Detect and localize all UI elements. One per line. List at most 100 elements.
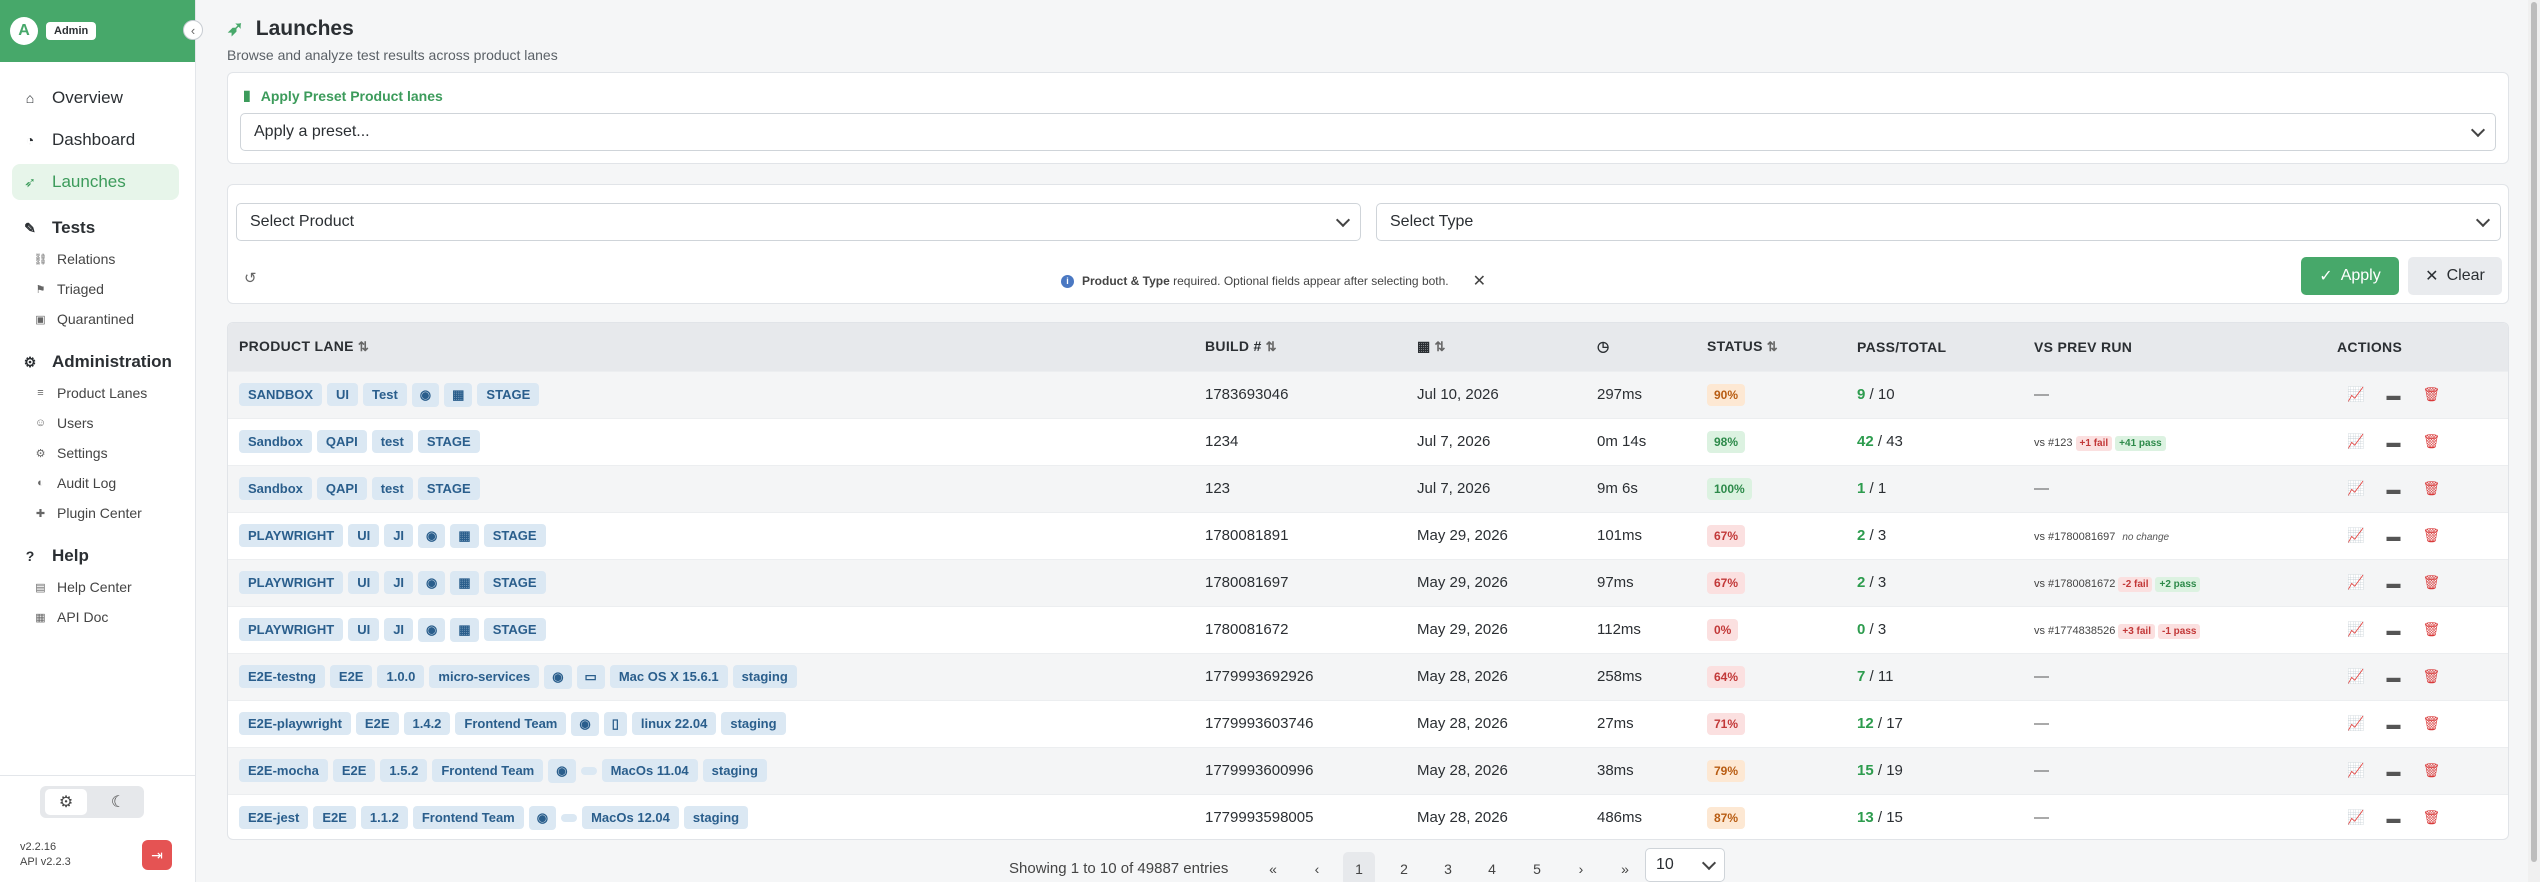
- chart-icon[interactable]: 📈: [2347, 386, 2364, 403]
- archive-icon[interactable]: ▬: [2386, 716, 2400, 732]
- table-row[interactable]: E2E-mocha E2E 1.5.2 Frontend Team ◉ MacOs 11.…: [228, 747, 2508, 794]
- trash-icon[interactable]: 🗑: [2422, 433, 2440, 450]
- table-row[interactable]: E2E-playwright E2E 1.4.2 Frontend Team ◉ ▯ lin…: [228, 700, 2508, 747]
- type-select[interactable]: Select Type: [1376, 203, 2501, 241]
- clear-button[interactable]: ✕ Clear: [2408, 257, 2502, 295]
- lane-tag: linux 22.04: [631, 711, 717, 735]
- apply-button[interactable]: ✓ Apply: [2301, 257, 2399, 295]
- collapse-sidebar-button[interactable]: ‹: [183, 20, 203, 40]
- archive-icon[interactable]: ▬: [2386, 387, 2400, 403]
- chart-icon[interactable]: 📈: [2347, 433, 2364, 450]
- avatar[interactable]: A: [10, 17, 38, 45]
- build-cell[interactable]: 123: [1194, 465, 1406, 512]
- archive-icon[interactable]: ▬: [2386, 669, 2400, 685]
- build-cell[interactable]: 1779993598005: [1194, 794, 1406, 839]
- chart-icon[interactable]: 📈: [2347, 480, 2364, 497]
- trash-icon[interactable]: 🗑: [2422, 480, 2440, 497]
- logout-button[interactable]: ⇥: [142, 840, 172, 870]
- sidebar-item-triaged[interactable]: ⚑ Triaged: [0, 274, 195, 304]
- archive-icon[interactable]: ▬: [2386, 810, 2400, 826]
- table-row[interactable]: E2E-testng E2E 1.0.0 micro-services ◉ ▭ Mac OS…: [228, 653, 2508, 700]
- table-row[interactable]: E2E-jest E2E 1.1.2 Frontend Team ◉ MacOs 12.0…: [228, 794, 2508, 839]
- vs-prev: vs #1774838526 +3 fail -1 pass: [2034, 623, 2201, 639]
- trash-icon[interactable]: 🗑: [2422, 621, 2440, 638]
- sidebar-item-relations[interactable]: ⛓ Relations: [0, 244, 195, 274]
- table-row[interactable]: SANDBOX UI Test ◉ ▦ STAGE 1783693046 Jul 10, 20…: [228, 371, 2508, 418]
- archive-icon[interactable]: ▬: [2386, 528, 2400, 544]
- vs-empty: —: [2034, 762, 2049, 779]
- build-cell[interactable]: 1779993603746: [1194, 700, 1406, 747]
- scrollbar-thumb[interactable]: [2531, 2, 2537, 862]
- page-button-4[interactable]: 4: [1476, 852, 1508, 882]
- last-page-button[interactable]: »: [1609, 852, 1641, 882]
- trash-icon[interactable]: 🗑: [2422, 386, 2440, 403]
- archive-icon[interactable]: ▬: [2386, 575, 2400, 591]
- trash-icon[interactable]: 🗑: [2422, 574, 2440, 591]
- page-button-2[interactable]: 2: [1388, 852, 1420, 882]
- next-page-button[interactable]: ›: [1565, 852, 1597, 882]
- product-lane-cell: Sandbox QAPI test STAGE: [228, 465, 1194, 512]
- archive-icon[interactable]: ▬: [2386, 622, 2400, 638]
- vs-prev-cell: —: [2023, 747, 2326, 794]
- chart-icon[interactable]: 📈: [2347, 762, 2364, 779]
- table-row[interactable]: PLAYWRIGHT UI JI ◉ ▦ STAGE 1780081891 May 29, 2…: [228, 512, 2508, 559]
- header-date[interactable]: ▦ ⇅: [1406, 323, 1586, 371]
- build-cell[interactable]: 1780081697: [1194, 559, 1406, 606]
- chart-icon[interactable]: 📈: [2347, 715, 2364, 732]
- chart-icon[interactable]: 📈: [2347, 527, 2364, 544]
- trash-icon[interactable]: 🗑: [2422, 715, 2440, 732]
- nav-item-launches[interactable]: ➶ Launches: [12, 164, 179, 200]
- sidebar-item-settings[interactable]: ⚙ Settings: [0, 438, 195, 468]
- prev-page-button[interactable]: ‹: [1301, 852, 1333, 882]
- page-button-5[interactable]: 5: [1521, 852, 1553, 882]
- light-theme-gear-icon[interactable]: ⚙: [45, 789, 87, 815]
- sidebar-item-users[interactable]: ☺ Users: [0, 408, 195, 438]
- table-row[interactable]: PLAYWRIGHT UI JI ◉ ▦ STAGE 1780081697 May 29, 2…: [228, 559, 2508, 606]
- build-cell[interactable]: 1780081891: [1194, 512, 1406, 559]
- header-build[interactable]: BUILD # ⇅: [1194, 323, 1406, 371]
- table-row[interactable]: Sandbox QAPI test STAGE 1234 Jul 7, 2026 0m 14…: [228, 418, 2508, 465]
- role-badge: Admin: [46, 22, 97, 40]
- nav-item-dashboard[interactable]: ◔ Dashboard: [12, 122, 179, 158]
- page-button-1[interactable]: 1: [1343, 852, 1375, 882]
- table-row[interactable]: Sandbox QAPI test STAGE 123 Jul 7, 2026 9m 6s 1…: [228, 465, 2508, 512]
- history-icon[interactable]: ↺: [244, 269, 257, 287]
- archive-icon[interactable]: ▬: [2386, 434, 2400, 450]
- build-cell[interactable]: 1779993600996: [1194, 747, 1406, 794]
- table-row[interactable]: PLAYWRIGHT UI JI ◉ ▦ STAGE 1780081672 May 29, 2…: [228, 606, 2508, 653]
- chart-icon[interactable]: 📈: [2347, 809, 2364, 826]
- calendar-icon: ▦: [1417, 338, 1431, 355]
- trash-icon[interactable]: 🗑: [2422, 762, 2440, 779]
- build-cell[interactable]: 1780081672: [1194, 606, 1406, 653]
- sidebar-item-product-lanes[interactable]: ≡ Product Lanes: [0, 378, 195, 408]
- sidebar-item-api-doc[interactable]: ▦ API Doc: [0, 602, 195, 632]
- sidebar-item-plugin-center[interactable]: ✚ Plugin Center: [0, 498, 195, 528]
- preset-select[interactable]: Apply a preset...: [240, 113, 2496, 151]
- archive-icon[interactable]: ▬: [2386, 763, 2400, 779]
- build-cell[interactable]: 1779993692926: [1194, 653, 1406, 700]
- page-size-select[interactable]: 10: [1645, 848, 1725, 882]
- trash-icon[interactable]: 🗑: [2422, 527, 2440, 544]
- trash-icon[interactable]: 🗑: [2422, 668, 2440, 685]
- sidebar-item-quarantined[interactable]: ▣ Quarantined: [0, 304, 195, 334]
- first-page-button[interactable]: «: [1257, 852, 1289, 882]
- sidebar-item-audit-log[interactable]: ◐ Audit Log: [0, 468, 195, 498]
- sidebar-item-help-center[interactable]: ▤ Help Center: [0, 572, 195, 602]
- nav-item-overview[interactable]: ⌂ Overview: [12, 80, 179, 116]
- nav-item-label: Launches: [52, 172, 126, 191]
- product-select[interactable]: Select Product: [236, 203, 1361, 241]
- header-status[interactable]: STATUS ⇅: [1696, 323, 1846, 371]
- archive-icon[interactable]: ▬: [2386, 481, 2400, 497]
- chart-icon[interactable]: 📈: [2347, 668, 2364, 685]
- chart-icon[interactable]: 📈: [2347, 621, 2364, 638]
- lane-tag: E2E: [313, 805, 356, 829]
- build-cell[interactable]: 1234: [1194, 418, 1406, 465]
- chart-icon[interactable]: 📈: [2347, 574, 2364, 591]
- page-scrollbar[interactable]: [2528, 0, 2540, 882]
- close-icon[interactable]: ✕: [1473, 271, 1486, 291]
- dark-theme-moon-icon[interactable]: ☾: [97, 789, 139, 815]
- header-product-lane[interactable]: PRODUCT LANE ⇅: [228, 323, 1194, 371]
- trash-icon[interactable]: 🗑: [2422, 809, 2440, 826]
- build-cell[interactable]: 1783693046: [1194, 371, 1406, 418]
- page-button-3[interactable]: 3: [1432, 852, 1464, 882]
